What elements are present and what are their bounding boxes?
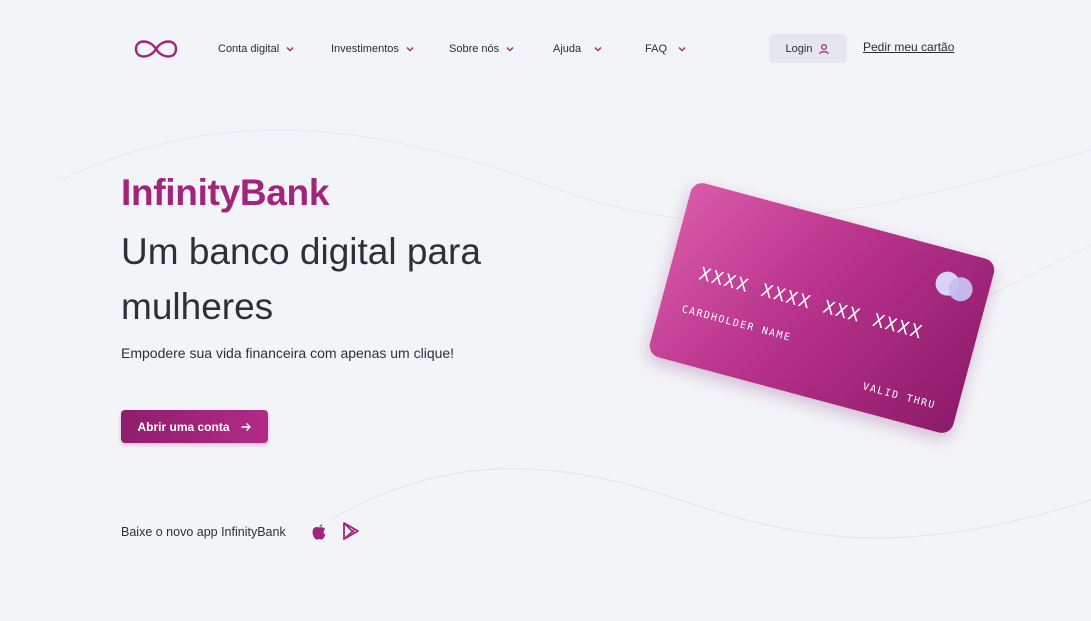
chevron-down-icon xyxy=(594,47,602,52)
credit-card-illustration: XXXX XXXX XXX XXXX CARDHOLDER NAME VALID… xyxy=(647,180,997,436)
login-button[interactable]: Login xyxy=(769,34,847,63)
order-card-link[interactable]: Pedir meu cartão xyxy=(863,40,954,54)
nav-label: Sobre nós xyxy=(449,43,500,55)
login-label: Login xyxy=(785,42,813,55)
card-number: XXXX XXXX XXX XXXX xyxy=(696,263,926,344)
apple-icon[interactable] xyxy=(308,520,330,542)
nav-item-ajuda[interactable]: Ajuda xyxy=(553,40,603,58)
chevron-down-icon xyxy=(678,47,686,52)
nav-item-investimentos[interactable]: Investimentos xyxy=(331,40,415,58)
nav-label: Investimentos xyxy=(331,43,399,55)
infinity-logo-icon[interactable] xyxy=(131,34,181,64)
nav-label: Ajuda xyxy=(553,43,582,55)
card-valid-thru: VALID THRU xyxy=(861,381,937,412)
card-holder-name: CARDHOLDER NAME xyxy=(680,303,793,344)
cta-label: Abrir uma conta xyxy=(137,419,230,434)
nav-item-faq[interactable]: FAQ xyxy=(645,40,687,58)
nav-item-sobre-nos[interactable]: Sobre nós xyxy=(449,40,515,58)
chevron-down-icon xyxy=(406,47,414,52)
chevron-down-icon xyxy=(286,47,294,52)
open-account-button[interactable]: Abrir uma conta xyxy=(121,410,268,443)
user-icon xyxy=(819,43,830,54)
google-play-icon[interactable] xyxy=(340,520,362,542)
nav-item-conta-digital[interactable]: Conta digital xyxy=(218,40,295,58)
brand-name: InfinityBank xyxy=(121,172,330,213)
hero-subtitle: Empodere sua vida financeira com apenas … xyxy=(121,345,455,361)
download-app-text: Baixe o novo app InfinityBank xyxy=(121,525,286,539)
chevron-down-icon xyxy=(506,47,514,52)
nav-label: Conta digital xyxy=(218,43,280,55)
nav-label: FAQ xyxy=(645,43,668,55)
hero-headline: Um banco digital para mulheres xyxy=(121,231,481,327)
arrow-right-icon xyxy=(241,422,251,431)
